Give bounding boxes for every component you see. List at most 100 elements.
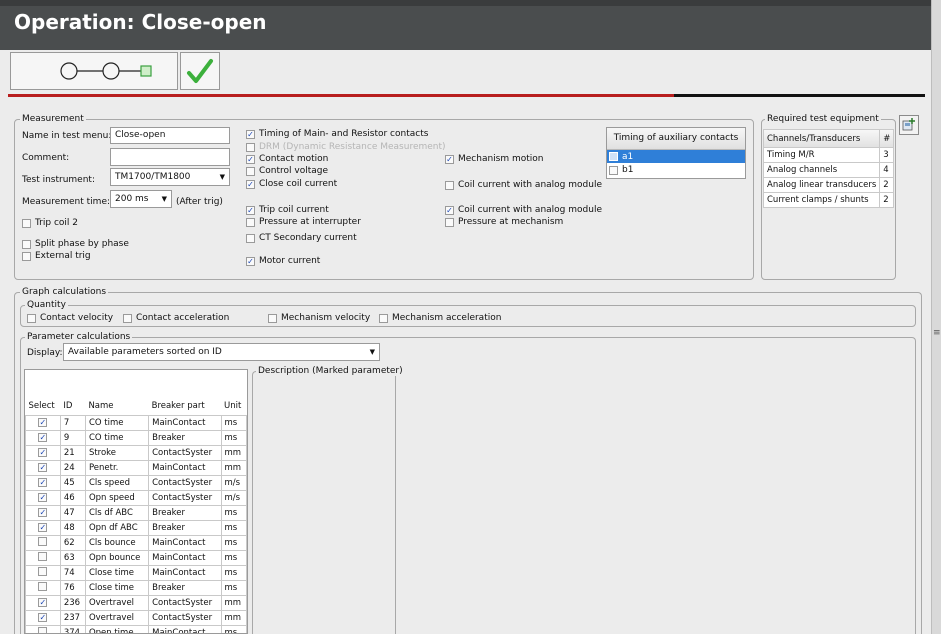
scroll-grip-icon[interactable]: ≡ — [933, 328, 941, 338]
select-checkbox[interactable] — [38, 598, 48, 607]
contact-acceleration-option[interactable]: Contact acceleration — [123, 313, 229, 323]
checkbox[interactable] — [22, 218, 31, 228]
select-checkbox[interactable] — [38, 582, 48, 591]
checkbox[interactable] — [27, 313, 36, 323]
checkbox[interactable] — [246, 129, 255, 139]
checkbox[interactable] — [445, 205, 454, 215]
pressure-mechanism-option[interactable]: Pressure at mechanism — [445, 217, 563, 227]
column-header-part[interactable]: Breaker part — [149, 397, 221, 416]
coil-analog-option-1[interactable]: Coil current with analog module — [445, 180, 602, 190]
table-row[interactable]: 63 Opn bounce MainContact ms — [25, 550, 247, 566]
table-row[interactable]: 76 Close time Breaker ms — [25, 580, 247, 596]
close-coil-current-option[interactable]: Close coil current — [246, 179, 337, 189]
mechanism-velocity-option[interactable]: Mechanism velocity — [268, 313, 370, 323]
mechanism-acceleration-option[interactable]: Mechanism acceleration — [379, 313, 501, 323]
cell-name: Cls df ABC — [84, 505, 150, 521]
add-equipment-button[interactable] — [899, 115, 919, 135]
pressure-interrupter-option[interactable]: Pressure at interrupter — [246, 217, 361, 227]
table-row[interactable]: 46Opn speedContactSysterm/s — [25, 490, 247, 506]
column-header-name[interactable]: Name — [85, 397, 148, 416]
contact-motion-option[interactable]: Contact motion — [246, 154, 328, 164]
display-select[interactable]: Available parameters sorted on ID ▼ — [63, 343, 380, 361]
table-row[interactable]: 48Opn df ABCBreakerms — [25, 520, 247, 536]
equipment-legend: Required test equipment — [765, 114, 881, 124]
table-row[interactable]: 74 Close time MainContact ms — [25, 565, 247, 581]
split-phase-option[interactable]: Split phase by phase — [22, 239, 129, 249]
cell-part: ContactSyster — [148, 445, 222, 461]
checkbox[interactable] — [22, 239, 31, 249]
checkbox[interactable] — [22, 251, 31, 261]
checkbox[interactable] — [246, 179, 255, 189]
table-row[interactable]: 62 Cls bounce MainContact ms — [25, 535, 247, 551]
select-checkbox[interactable] — [38, 567, 48, 576]
coil-analog-option-2[interactable]: Coil current with analog module — [445, 205, 602, 215]
checkbox[interactable] — [609, 152, 618, 161]
vertical-scrollbar[interactable] — [931, 0, 941, 634]
mechanism-motion-option[interactable]: Mechanism motion — [445, 154, 544, 164]
select-checkbox[interactable] — [38, 418, 48, 427]
table-row[interactable]: 21StrokeContactSystermm — [25, 445, 247, 461]
column-header-unit[interactable]: Unit — [221, 397, 247, 416]
sequence-button[interactable] — [10, 52, 178, 90]
comment-input[interactable] — [110, 148, 230, 166]
cell-id: 48 — [59, 520, 86, 536]
timing-main-option[interactable]: Timing of Main- and Resistor contacts — [246, 129, 428, 139]
table-row[interactable]: 7CO timeMainContactms — [25, 415, 247, 431]
table-row[interactable]: 9CO timeBreakerms — [25, 430, 247, 446]
checkbox[interactable] — [379, 313, 388, 323]
select-checkbox[interactable] — [38, 627, 48, 633]
select-checkbox[interactable] — [38, 448, 48, 457]
close-open-sequence-icon — [60, 62, 152, 80]
select-checkbox[interactable] — [38, 493, 48, 502]
select-checkbox[interactable] — [38, 613, 48, 622]
control-voltage-option[interactable]: Control voltage — [246, 166, 328, 176]
table-row[interactable]: 237OvertravelContactSystermm — [25, 610, 247, 626]
checkbox[interactable] — [246, 154, 255, 164]
cell-part: ContactSyster — [148, 610, 222, 626]
aux-row-b1[interactable]: b1 — [607, 163, 745, 177]
checkbox[interactable] — [445, 217, 454, 227]
checkbox[interactable] — [609, 165, 618, 175]
measurement-time-select[interactable]: 200 ms ▼ — [110, 190, 172, 208]
column-header-id[interactable]: ID — [60, 397, 85, 416]
display-value: Available parameters sorted on ID — [68, 347, 222, 357]
table-row[interactable]: 47Cls df ABCBreakerms — [25, 505, 247, 521]
after-trig-label: (After trig) — [176, 197, 223, 207]
aux-row-a1[interactable]: a1 — [607, 150, 745, 163]
checkbox[interactable] — [445, 180, 454, 190]
checkbox[interactable] — [246, 256, 255, 266]
table-row[interactable]: 374 Open time MainContact ms — [25, 625, 247, 633]
motor-current-option[interactable]: Motor current — [246, 256, 320, 266]
select-checkbox[interactable] — [38, 508, 48, 517]
checkbox[interactable] — [268, 313, 277, 323]
table-row[interactable]: 45Cls speedContactSysterm/s — [25, 475, 247, 491]
select-checkbox[interactable] — [38, 463, 48, 472]
select-checkbox[interactable] — [38, 523, 48, 532]
cell-part: ContactSyster — [148, 595, 222, 611]
display-label: Display: — [27, 348, 63, 358]
checkbox[interactable] — [445, 154, 454, 164]
quantity-legend: Quantity — [25, 300, 68, 310]
instrument-select[interactable]: TM1700/TM1800 ▼ — [110, 168, 230, 186]
checkbox[interactable] — [246, 233, 255, 243]
column-header-select[interactable]: Select — [26, 397, 61, 416]
name-input[interactable]: Close-open — [110, 127, 230, 144]
select-checkbox[interactable] — [38, 433, 48, 442]
confirm-button[interactable] — [180, 52, 220, 90]
green-checkmark-icon — [187, 59, 213, 83]
select-checkbox[interactable] — [38, 537, 48, 546]
checkbox[interactable] — [246, 205, 255, 215]
checkbox[interactable] — [123, 313, 132, 323]
select-checkbox[interactable] — [38, 478, 48, 487]
table-row[interactable]: 236OvertravelContactSystermm — [25, 595, 247, 611]
checkbox[interactable] — [246, 217, 255, 227]
table-row[interactable]: 24Penetr.MainContactmm — [25, 460, 247, 476]
contact-velocity-option[interactable]: Contact velocity — [27, 313, 113, 323]
trip-coil-2-option[interactable]: Trip coil 2 — [22, 218, 78, 228]
trip-coil-current-option[interactable]: Trip coil current — [246, 205, 329, 215]
external-trig-option[interactable]: External trig — [22, 251, 91, 261]
cell-unit: ms — [220, 505, 247, 521]
ct-secondary-option[interactable]: CT Secondary current — [246, 233, 357, 243]
select-checkbox[interactable] — [38, 552, 48, 561]
checkbox[interactable] — [246, 166, 255, 176]
